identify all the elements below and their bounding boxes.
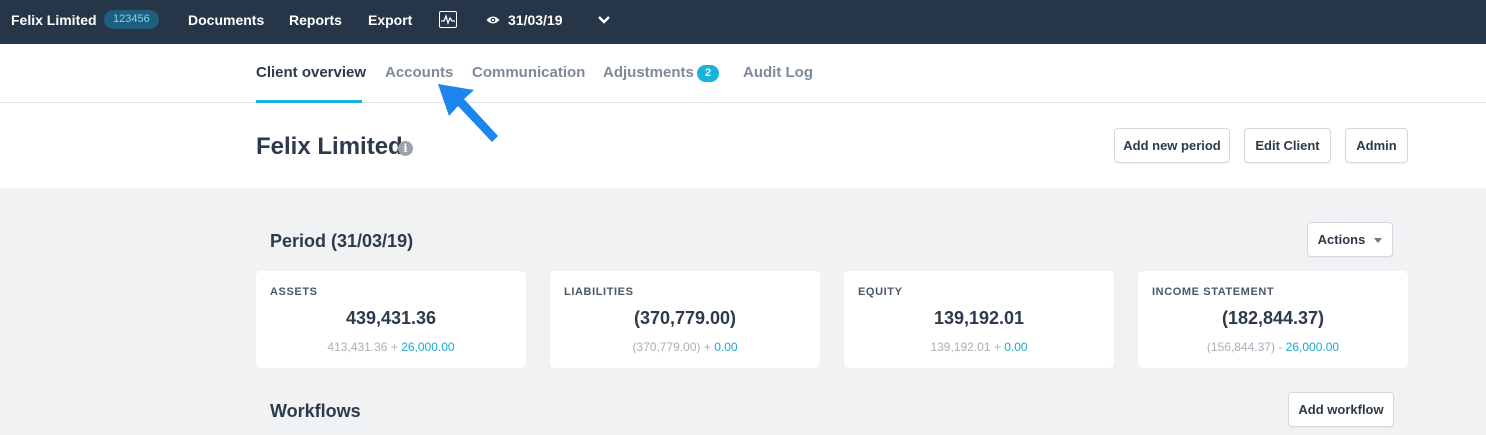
caret-down-icon [1374, 238, 1383, 244]
client-header: Felix Limited i Add new period Edit Clie… [0, 103, 1486, 188]
card-adjustment[interactable]: 26,000.00 [1286, 340, 1339, 354]
card-label: EQUITY [858, 286, 903, 298]
card-base: (370,779.00) [632, 340, 701, 354]
card-op: + [390, 340, 398, 354]
card-breakdown: (370,779.00) + 0.00 [550, 340, 820, 354]
summary-card-equity[interactable]: EQUITY 139,192.01 139,192.01 + 0.00 [844, 271, 1114, 368]
card-breakdown: 139,192.01 + 0.00 [844, 340, 1114, 354]
top-bar: Felix Limited 123456 Documents Reports E… [0, 0, 1486, 44]
pointer-arrow-icon [438, 84, 498, 142]
card-breakdown: 413,431.36 + 26,000.00 [256, 340, 526, 354]
period-date[interactable]: 31/03/19 [508, 12, 563, 28]
info-icon[interactable]: i [398, 141, 413, 156]
card-adjustment[interactable]: 26,000.00 [401, 340, 454, 354]
period-title: Period (31/03/19) [270, 231, 414, 251]
client-id-badge: 123456 [104, 10, 159, 29]
chart-icon[interactable] [439, 11, 457, 28]
card-adjustment[interactable]: 0.00 [714, 340, 737, 354]
nav-documents[interactable]: Documents [188, 12, 264, 28]
card-value: (370,779.00) [633, 308, 737, 328]
tab-audit-log[interactable]: Audit Log [743, 64, 813, 81]
card-adjustment[interactable]: 0.00 [1004, 340, 1027, 354]
card-op: + [993, 340, 1001, 354]
client-name[interactable]: Felix Limited [11, 12, 97, 28]
nav-reports[interactable]: Reports [289, 12, 342, 28]
card-value: (182,844.37) [1221, 308, 1325, 328]
card-value: 439,431.36 [345, 308, 437, 328]
tab-communication[interactable]: Communication [472, 64, 585, 81]
tab-accounts[interactable]: Accounts [385, 64, 453, 81]
card-label: ASSETS [270, 286, 318, 298]
tab-client-overview[interactable]: Client overview [256, 64, 366, 81]
tab-bar: Client overview Accounts Communication A… [0, 44, 1486, 103]
tab-adjustments[interactable]: Adjustments [603, 64, 694, 81]
actions-dropdown[interactable]: Actions [1307, 222, 1393, 257]
summary-card-income-statement[interactable]: INCOME STATEMENT (182,844.37) (156,844.3… [1138, 271, 1408, 368]
card-value: 139,192.01 [933, 308, 1025, 328]
card-base: (156,844.37) [1206, 340, 1275, 354]
card-op: + [703, 340, 711, 354]
summary-card-liabilities[interactable]: LIABILITIES (370,779.00) (370,779.00) + … [550, 271, 820, 368]
actions-label: Actions [1317, 232, 1366, 247]
add-new-period-button[interactable]: Add new period [1114, 128, 1230, 163]
workflows-title: Workflows [270, 401, 361, 421]
eye-icon [486, 13, 500, 31]
chevron-down-icon[interactable] [597, 13, 611, 31]
page-title: Felix Limited [256, 133, 403, 160]
adjustments-count-badge: 2 [697, 65, 719, 82]
card-op: - [1278, 340, 1283, 354]
summary-card-assets[interactable]: ASSETS 439,431.36 413,431.36 + 26,000.00 [256, 271, 526, 368]
nav-export[interactable]: Export [368, 12, 412, 28]
card-base: 413,431.36 [327, 340, 388, 354]
edit-client-button[interactable]: Edit Client [1244, 128, 1331, 163]
add-workflow-button[interactable]: Add workflow [1288, 392, 1394, 427]
card-label: LIABILITIES [564, 286, 634, 298]
card-base: 139,192.01 [930, 340, 991, 354]
admin-button[interactable]: Admin [1345, 128, 1408, 163]
card-label: INCOME STATEMENT [1152, 286, 1275, 298]
card-breakdown: (156,844.37) - 26,000.00 [1138, 340, 1408, 354]
